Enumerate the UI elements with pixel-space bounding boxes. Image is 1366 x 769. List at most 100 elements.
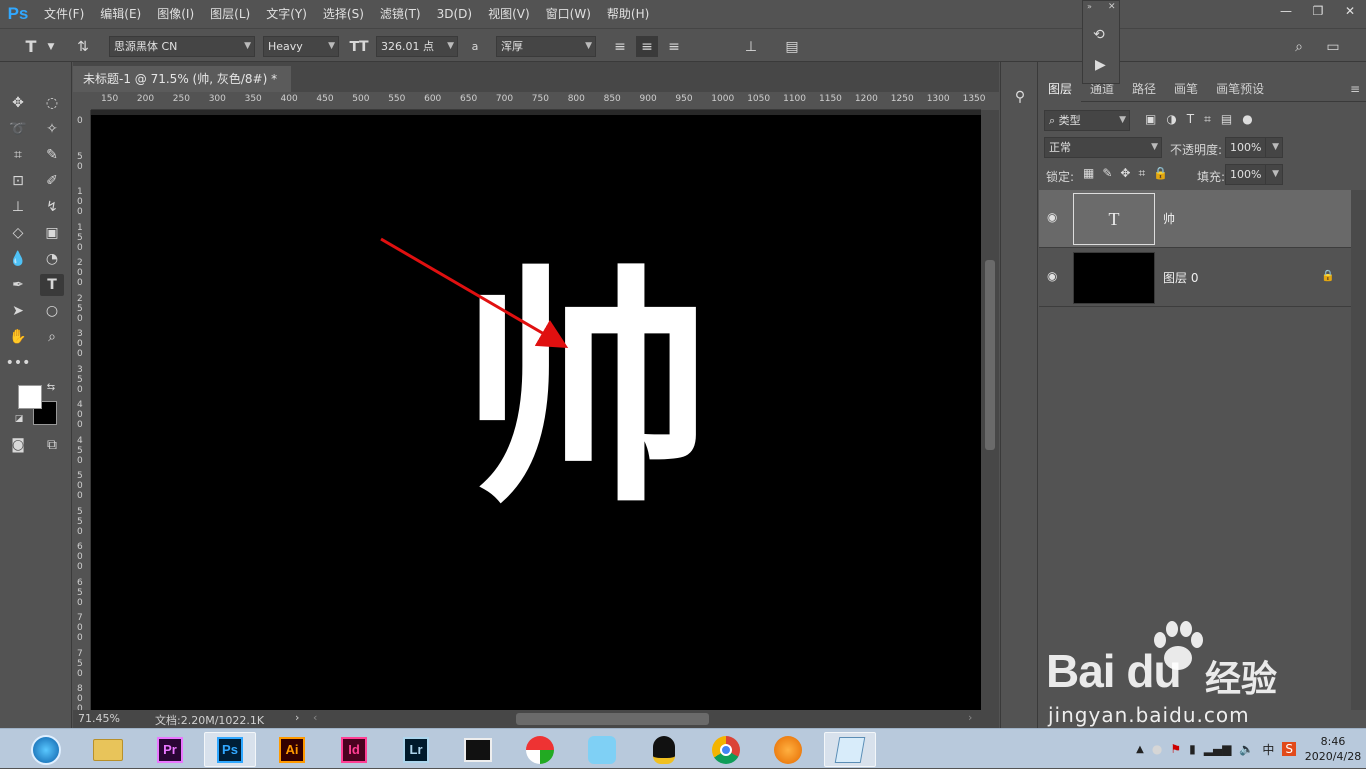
minimize-button[interactable]: — <box>1270 0 1302 22</box>
foreground-color-swatch[interactable] <box>18 385 42 409</box>
tab-brush[interactable]: 画笔 <box>1165 76 1207 102</box>
restore-button[interactable]: ❐ <box>1302 0 1334 22</box>
qq-icon[interactable] <box>638 732 690 767</box>
antialias-select[interactable]: 浑厚 ▼ <box>496 36 596 57</box>
properties-panel-icon[interactable]: ⚲ <box>1009 86 1031 108</box>
scroll-right-icon[interactable]: › <box>968 711 972 724</box>
layer-row-text[interactable]: ◉ T 帅 <box>1039 190 1351 248</box>
panel-menu-icon[interactable]: ≡ <box>1350 82 1366 96</box>
taskbar-lightroom[interactable]: Lr <box>390 732 442 767</box>
fill-dropdown[interactable]: ▼ <box>1265 164 1283 185</box>
menu-3d[interactable]: 3D(D) <box>429 0 480 28</box>
tab-layers[interactable]: 图层 <box>1039 75 1082 102</box>
play-action-icon[interactable]: ▶ <box>1095 57 1106 73</box>
clone-stamp-tool-icon[interactable]: ⊥ <box>6 196 30 218</box>
canvas[interactable]: 帅 <box>91 115 981 710</box>
menu-layer[interactable]: 图层(L) <box>202 0 258 28</box>
layer-filter-icons[interactable]: ▣◑T⌗▤● <box>1145 112 1263 127</box>
horizontal-ruler[interactable]: 150 200 250 300 350 400 450 500 550 600 650 700 750 8… <box>91 92 986 110</box>
taskbar-indesign[interactable]: Id <box>328 732 380 767</box>
blend-mode-select[interactable]: 正常 ▼ <box>1044 137 1162 158</box>
menu-image[interactable]: 图像(I) <box>149 0 202 28</box>
workspace-icon[interactable]: ▭ <box>1322 36 1344 57</box>
menu-file[interactable]: 文件(F) <box>36 0 92 28</box>
lock-icons[interactable]: ▦✎✥⌗🔒 <box>1083 166 1176 181</box>
menu-help[interactable]: 帮助(H) <box>599 0 657 28</box>
path-selection-tool-icon[interactable]: ➤ <box>6 300 30 322</box>
menu-select[interactable]: 选择(S) <box>315 0 372 28</box>
swap-colors-icon[interactable]: ⇆ <box>44 380 58 394</box>
font-family-select[interactable]: 思源黑体 CN ▼ <box>109 36 255 57</box>
layer-filter-select[interactable]: ⌕ 类型 ▼ <box>1044 110 1130 131</box>
quick-mask-icon[interactable]: ◙ <box>6 434 30 456</box>
zoom-tool-icon[interactable]: ⌕ <box>40 326 64 348</box>
menu-filter[interactable]: 滤镜(T) <box>372 0 429 28</box>
tab-brush-presets[interactable]: 画笔预设 <box>1207 76 1273 102</box>
warp-text-icon[interactable]: ⊥ <box>740 36 762 57</box>
close-button[interactable]: ✕ <box>1334 0 1366 22</box>
type-tool-icon[interactable]: T <box>40 274 64 296</box>
type-tool-preset-icon[interactable]: T <box>20 36 42 57</box>
hand-tool-icon[interactable]: ✋ <box>6 326 30 348</box>
taskbar-clock[interactable]: 8:46 2020/4/28 <box>1300 734 1366 764</box>
align-left-icon[interactable]: ≡ <box>609 36 631 57</box>
font-size-select[interactable]: 326.01 点 ▼ <box>376 36 458 57</box>
menu-view[interactable]: 视图(V) <box>480 0 538 28</box>
healing-brush-tool-icon[interactable]: ⊡ <box>6 170 30 192</box>
bird-app-icon[interactable] <box>576 732 628 767</box>
volume-icon[interactable]: 🔈 <box>1239 742 1254 756</box>
vertical-scroll-thumb[interactable] <box>985 260 995 450</box>
umbrella-app-icon[interactable] <box>514 732 566 767</box>
gradient-tool-icon[interactable]: ▣ <box>40 222 64 244</box>
layer-name[interactable]: 帅 <box>1163 210 1175 227</box>
menu-window[interactable]: 窗口(W) <box>538 0 599 28</box>
opacity-dropdown[interactable]: ▼ <box>1265 137 1283 158</box>
taskbar-photoshop[interactable]: Ps <box>204 732 256 767</box>
history-icon[interactable]: ⟲ <box>1093 27 1105 43</box>
horizontal-scroll-thumb[interactable] <box>516 713 709 725</box>
video-app-icon[interactable] <box>452 732 504 767</box>
eye-icon[interactable]: ◉ <box>1047 269 1063 285</box>
expand-icon[interactable]: » <box>1087 2 1092 11</box>
notepad-app-icon[interactable] <box>824 732 876 767</box>
menu-type[interactable]: 文字(Y) <box>258 0 315 28</box>
crop-tool-icon[interactable]: ⌗ <box>6 144 30 166</box>
sogou-ime-icon[interactable]: S <box>1282 742 1296 756</box>
ellipse-tool-icon[interactable]: ○ <box>40 300 64 322</box>
file-explorer-icon[interactable] <box>82 732 134 767</box>
dodge-tool-icon[interactable]: ◔ <box>40 248 64 270</box>
eye-icon[interactable]: ◉ <box>1047 210 1063 226</box>
default-colors-icon[interactable]: ◪ <box>12 412 26 426</box>
move-tool-icon[interactable]: ✥ <box>6 92 30 114</box>
search-icon[interactable]: ⌕ <box>1288 36 1310 57</box>
battery-icon[interactable]: ▮ <box>1189 742 1196 756</box>
eraser-tool-icon[interactable]: ◇ <box>6 222 30 244</box>
vertical-scrollbar[interactable] <box>981 110 999 710</box>
layer-name[interactable]: 图层 0 <box>1163 269 1198 286</box>
more-tools-icon[interactable]: ••• <box>6 352 31 374</box>
toggle-text-orientation-icon[interactable]: ⇅ <box>72 36 94 57</box>
pen-tool-icon[interactable]: ✒ <box>6 274 30 296</box>
marquee-tool-icon[interactable]: ◌ <box>40 92 64 114</box>
magic-wand-tool-icon[interactable]: ✧ <box>40 118 64 140</box>
network-icon[interactable]: ▂▄▆ <box>1204 742 1232 756</box>
chevron-right-icon[interactable]: › <box>295 711 299 724</box>
tab-paths[interactable]: 路径 <box>1123 76 1165 102</box>
scroll-left-icon[interactable]: ‹ <box>313 711 317 724</box>
align-center-icon[interactable]: ≡ <box>636 36 658 57</box>
lasso-tool-icon[interactable]: ➰ <box>6 118 30 140</box>
screen-mode-icon[interactable]: ⧉ <box>40 434 64 456</box>
chevron-down-icon[interactable]: ▼ <box>40 36 62 57</box>
brush-tool-icon[interactable]: ✐ <box>40 170 64 192</box>
history-brush-tool-icon[interactable]: ↯ <box>40 196 64 218</box>
eyedropper-tool-icon[interactable]: ✎ <box>40 144 64 166</box>
align-right-icon[interactable]: ≡ <box>663 36 685 57</box>
vertical-ruler[interactable]: 0 50 100 150 200 250 300 350 400 450 500 550 600 650 7… <box>73 110 91 714</box>
layer-row-background[interactable]: ◉ 图层 0 🔒 <box>1039 249 1351 307</box>
character-panel-icon[interactable]: ▤ <box>781 36 803 57</box>
document-tab[interactable]: 未标题-1 @ 71.5% (帅, 灰色/8#) * ✕ <box>73 66 291 112</box>
close-icon[interactable]: ✕ <box>1108 2 1116 12</box>
browser-app-icon[interactable] <box>762 732 814 767</box>
font-style-select[interactable]: Heavy ▼ <box>263 36 339 57</box>
taskbar-illustrator[interactable]: Ai <box>266 732 318 767</box>
